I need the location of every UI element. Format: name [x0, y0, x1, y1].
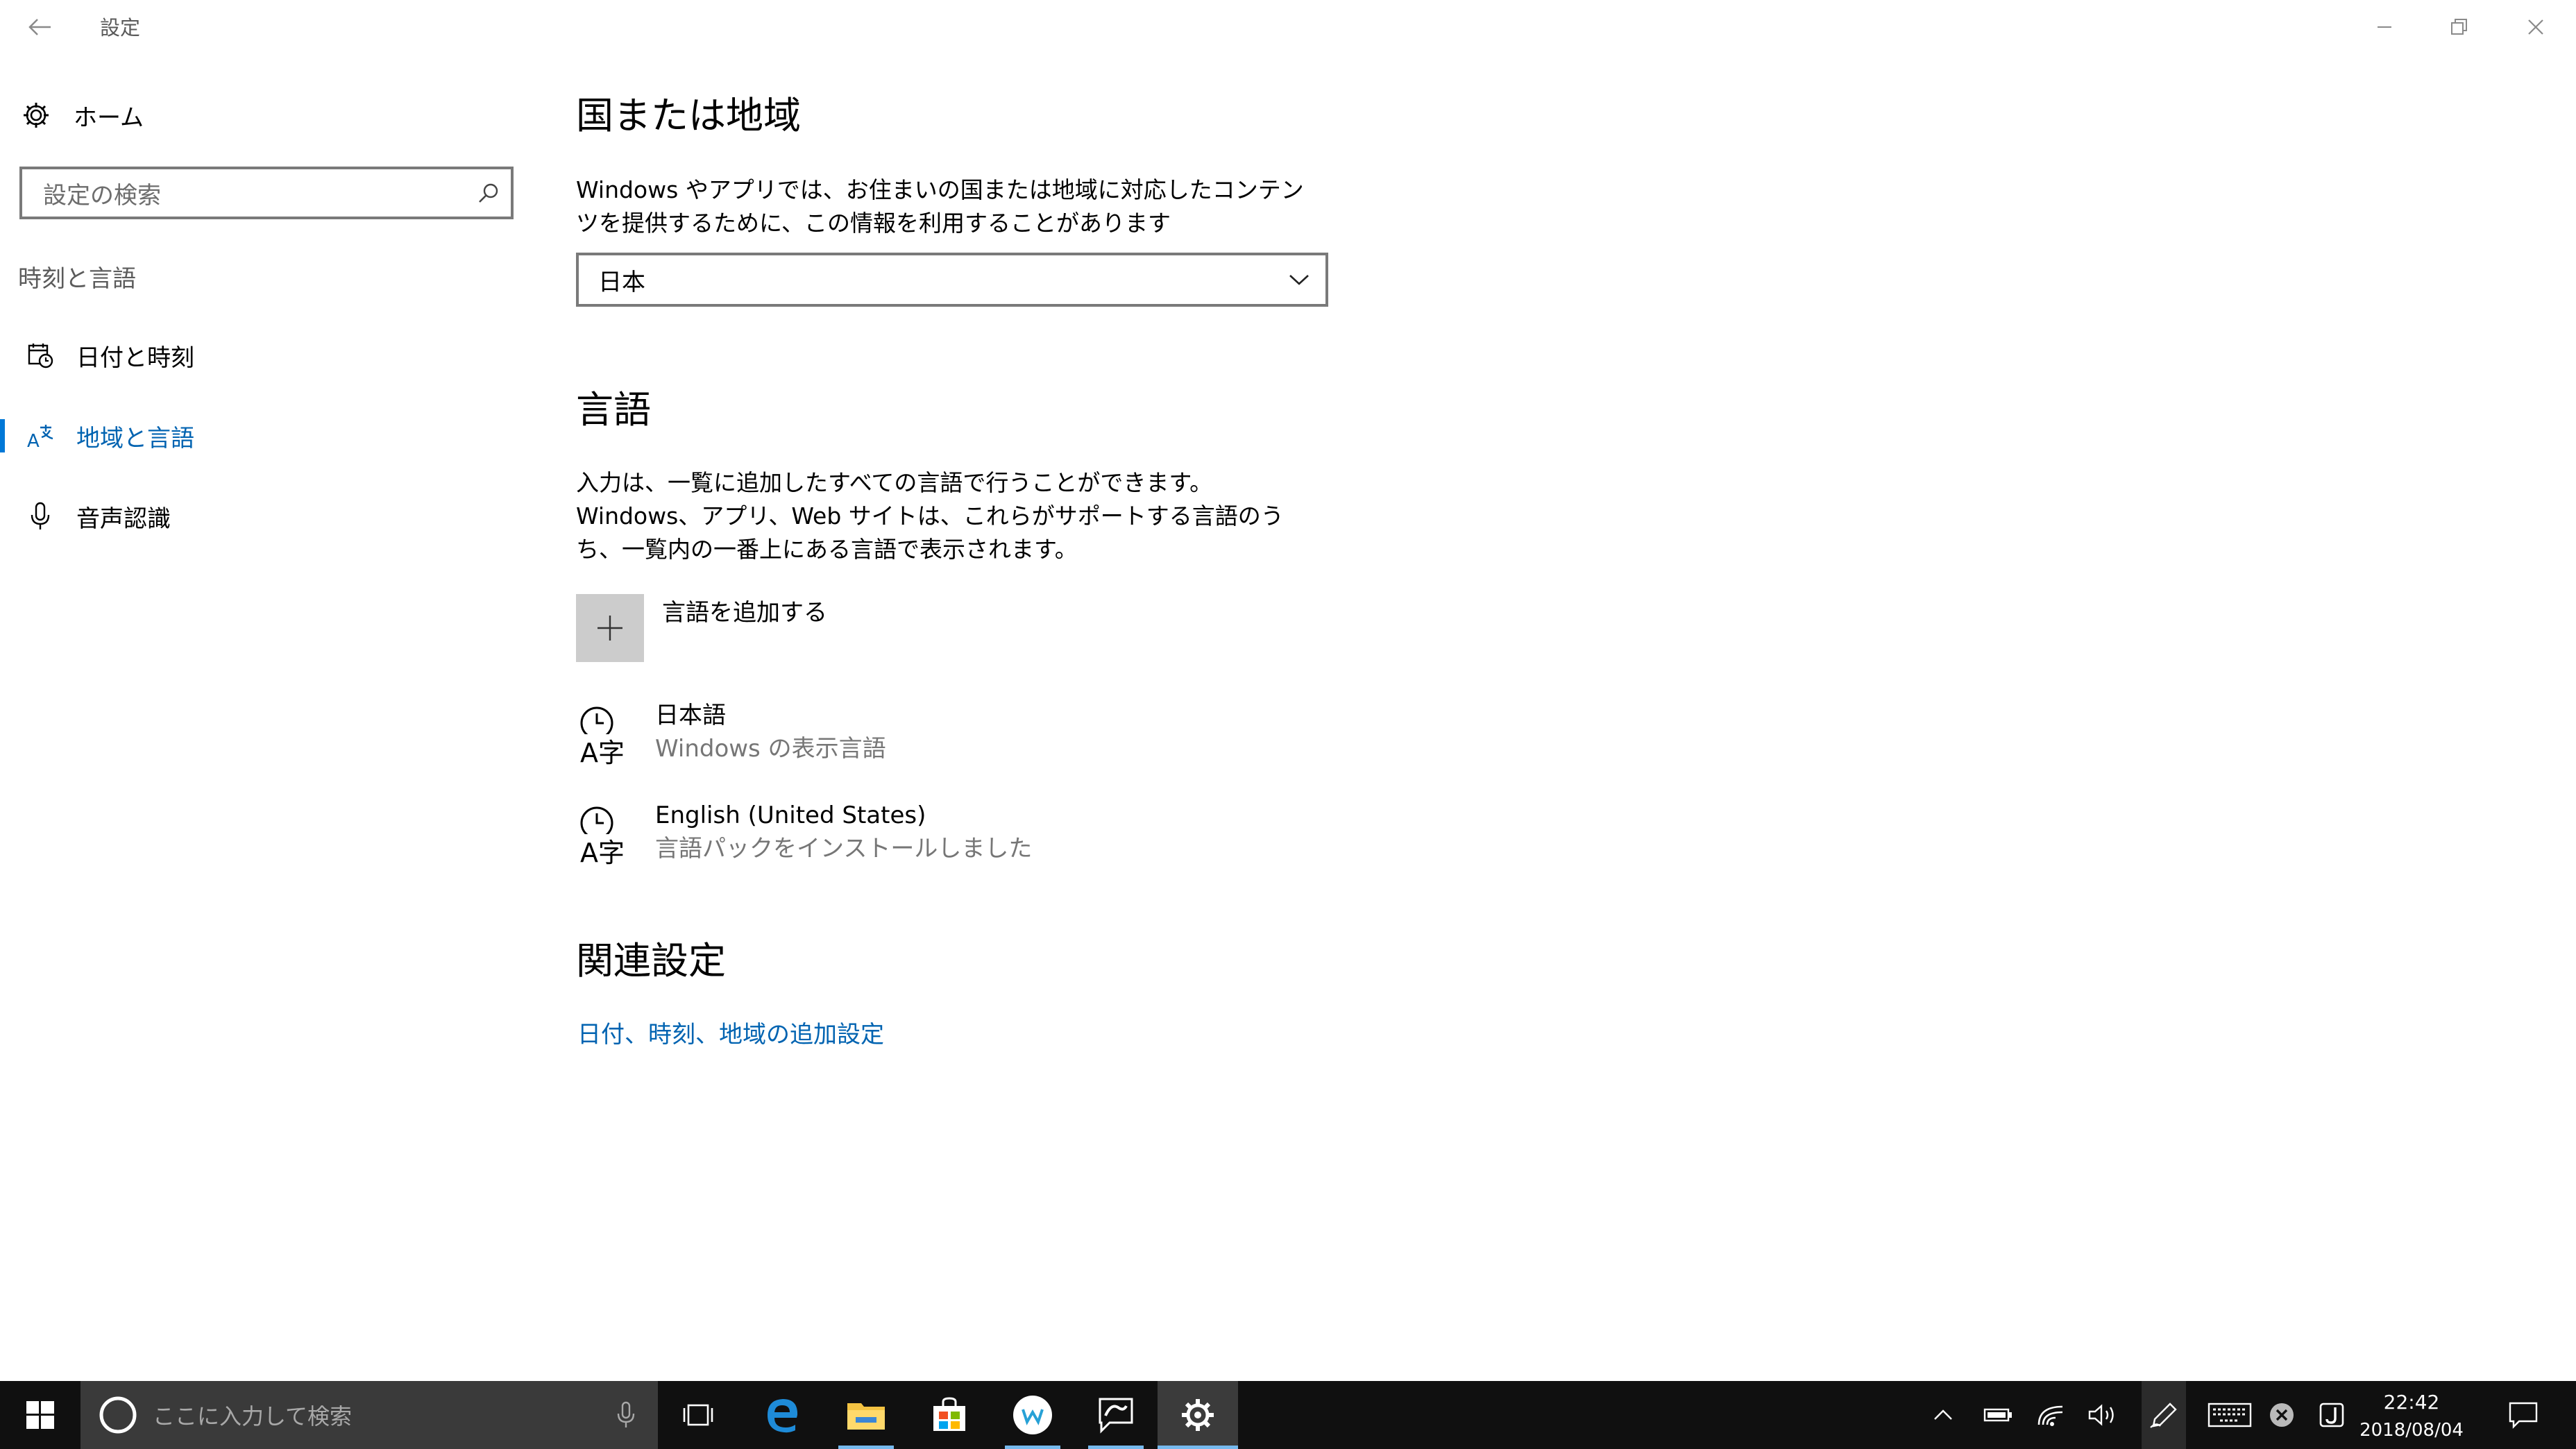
- ink-app-icon: [1099, 1398, 1133, 1434]
- sidebar-section-title: 時刻と言語: [18, 265, 136, 293]
- windows-logo-icon: [26, 1401, 54, 1429]
- minimize-button[interactable]: [2355, 7, 2414, 47]
- clock-date: 2018/08/04: [2359, 1420, 2464, 1441]
- sidebar-home[interactable]: ホーム: [21, 94, 229, 136]
- edge-button[interactable]: [743, 1381, 823, 1449]
- running-indicator: [1005, 1446, 1060, 1449]
- back-arrow-icon: [28, 19, 51, 35]
- task-view-icon: [683, 1404, 713, 1426]
- keyboard-icon: [2208, 1403, 2252, 1427]
- close-circle-icon: [2270, 1403, 2294, 1427]
- sidebar-item-label: 日付と時刻: [76, 344, 194, 372]
- region-heading: 国または地域: [576, 94, 801, 137]
- running-indicator: [1158, 1446, 1238, 1449]
- settings-gear-icon: [1182, 1399, 1214, 1431]
- speaker-icon: [2088, 1404, 2114, 1426]
- search-placeholder: 設定の検索: [43, 181, 161, 210]
- language-status: 言語パックをインストールしました: [655, 835, 1033, 863]
- sidebar-item-speech[interactable]: 音声認識: [0, 487, 527, 545]
- region-language-icon: A: [25, 422, 56, 450]
- language-item-japanese[interactable]: A字 日本語 Windows の表示言語: [576, 698, 1270, 774]
- touch-keyboard-button[interactable]: [2205, 1381, 2254, 1449]
- store-icon: [933, 1397, 965, 1431]
- file-explorer-icon: [847, 1403, 885, 1430]
- calendar-clock-icon: [25, 341, 56, 369]
- related-settings-heading: 関連設定: [576, 939, 726, 983]
- file-explorer-button[interactable]: [826, 1381, 906, 1449]
- close-button[interactable]: [2507, 7, 2565, 47]
- restore-icon: [2451, 19, 2467, 35]
- language-description: 入力は、一覧に追加したすべての言語で行うことができます。Windows、アプリ、…: [576, 469, 1284, 563]
- settings-search-input[interactable]: 設定の検索: [19, 167, 514, 219]
- svg-text:A字: A字: [580, 838, 625, 865]
- settings-taskbar-button[interactable]: [1158, 1381, 1238, 1449]
- language-status: Windows の表示言語: [655, 735, 886, 763]
- wifi-icon: [2037, 1405, 2063, 1426]
- microphone-icon[interactable]: [616, 1401, 636, 1429]
- language-item-english[interactable]: A字 English (United States) 言語パックをインストールし…: [576, 798, 1270, 874]
- close-icon: [2528, 19, 2543, 35]
- svg-text:A: A: [27, 431, 40, 450]
- store-button[interactable]: [909, 1381, 990, 1449]
- start-button[interactable]: [0, 1381, 80, 1449]
- additional-date-time-region-link[interactable]: 日付、時刻、地域の追加設定: [577, 1017, 884, 1052]
- running-indicator: [1088, 1446, 1144, 1449]
- minimize-icon: [2378, 26, 2391, 28]
- sidebar-item-date-time[interactable]: 日付と時刻: [0, 326, 527, 384]
- sidebar-item-region-language[interactable]: A 地域と言語: [0, 407, 527, 465]
- battery-button[interactable]: [1982, 1381, 2014, 1449]
- notification-icon: [2509, 1402, 2538, 1429]
- add-language-label[interactable]: 言語を追加する: [662, 595, 827, 630]
- gear-icon: [24, 103, 49, 128]
- sidebar-item-label: 音声認識: [76, 505, 171, 533]
- language-heading: 言語: [576, 388, 651, 432]
- add-language-button[interactable]: [576, 594, 644, 662]
- ink-app-button[interactable]: [1076, 1381, 1156, 1449]
- search-icon[interactable]: [477, 182, 500, 204]
- taskbar-search-box[interactable]: ここに入力して検索: [80, 1381, 658, 1449]
- volume-button[interactable]: [2086, 1381, 2121, 1449]
- tray-app-j[interactable]: [2316, 1381, 2347, 1449]
- active-indicator: [0, 419, 5, 452]
- chevron-up-icon: [1934, 1409, 1952, 1420]
- language-pack-icon: A字: [579, 706, 633, 765]
- running-indicator: [838, 1446, 894, 1449]
- sidebar-home-label: ホーム: [74, 103, 144, 132]
- app-j-icon: [2319, 1403, 2344, 1427]
- window-title: 設定: [100, 16, 141, 40]
- language-name: 日本語: [655, 702, 726, 729]
- clock[interactable]: 22:42 2018/08/04: [2359, 1381, 2464, 1449]
- taskbar-search-placeholder: ここに入力して検索: [153, 1403, 353, 1430]
- title-bar: 設定: [0, 0, 2576, 54]
- network-button[interactable]: [2035, 1381, 2067, 1449]
- svg-text:A字: A字: [580, 738, 625, 765]
- back-button[interactable]: [21, 10, 60, 44]
- language-name: English (United States): [655, 802, 926, 829]
- battery-icon: [1983, 1408, 2012, 1422]
- sidebar-item-label: 地域と言語: [76, 424, 194, 452]
- wordpad-app-button[interactable]: [992, 1381, 1073, 1449]
- task-view-button[interactable]: [658, 1381, 738, 1449]
- tray-app-close-circle[interactable]: [2266, 1381, 2297, 1449]
- action-center-button[interactable]: [2502, 1381, 2544, 1449]
- chevron-down-icon: [1289, 275, 1309, 285]
- dropdown-selected-value: 日本: [598, 268, 645, 296]
- show-hidden-icons-button[interactable]: [1929, 1381, 1957, 1449]
- edge-icon: [768, 1399, 798, 1433]
- windows-ink-button[interactable]: [2142, 1381, 2186, 1449]
- plus-icon: [598, 616, 622, 641]
- restore-button[interactable]: [2430, 7, 2489, 47]
- language-pack-icon: A字: [579, 806, 633, 865]
- region-description: Windows やアプリでは、お住まいの国または地域に対応したコンテンツを提供す…: [576, 176, 1304, 237]
- clock-time: 22:42: [2383, 1391, 2440, 1414]
- cortana-icon[interactable]: [97, 1394, 139, 1436]
- pen-ink-icon: [2150, 1403, 2177, 1428]
- microphone-icon: [25, 501, 56, 532]
- country-region-dropdown[interactable]: 日本: [576, 253, 1328, 307]
- wordpad-circle-icon: [1013, 1396, 1052, 1434]
- taskbar: ここに入力して検索 22:42 2018/08/04: [0, 1381, 2576, 1449]
